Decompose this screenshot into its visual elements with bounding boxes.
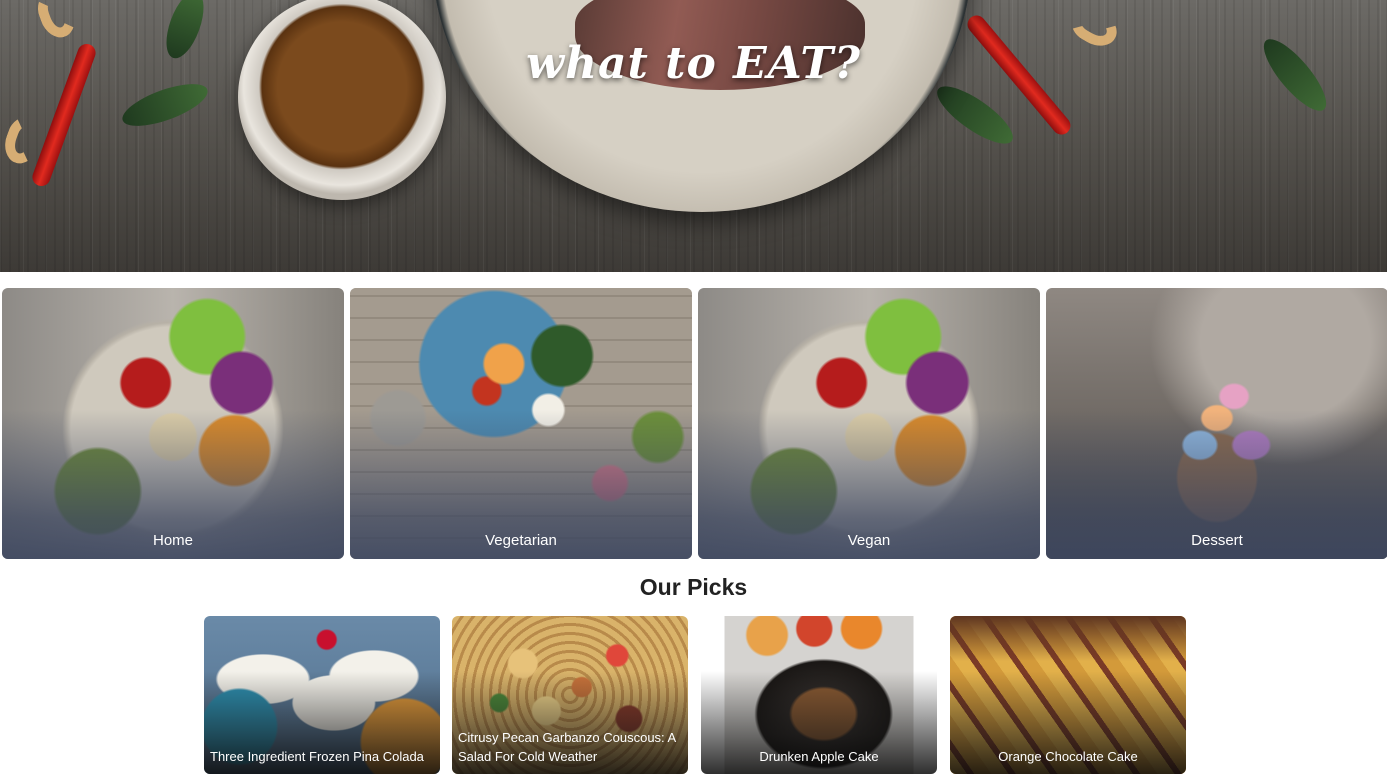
- pick-card[interactable]: Drunken Apple Cake: [701, 616, 937, 774]
- picks-list: Three Ingredient Frozen Pina Colada Citr…: [204, 616, 1186, 774]
- pick-card[interactable]: Citrusy Pecan Garbanzo Couscous: A Salad…: [452, 616, 688, 774]
- hero-banner: what to EAT?: [0, 0, 1387, 272]
- sauce-bowl-image: [238, 0, 446, 200]
- category-card-dessert[interactable]: Dessert: [1046, 288, 1387, 559]
- pick-card[interactable]: Orange Chocolate Cake: [950, 616, 1186, 774]
- pick-title: Three Ingredient Frozen Pina Colada: [210, 749, 424, 764]
- category-label: Vegan: [847, 532, 891, 549]
- category-label: Vegetarian: [485, 532, 557, 549]
- category-nav: Home Vegetarian Vegan Dessert: [2, 288, 1387, 559]
- site-title: what to EAT?: [526, 38, 861, 89]
- category-card-home[interactable]: Home: [2, 288, 344, 559]
- pick-card[interactable]: Three Ingredient Frozen Pina Colada: [204, 616, 440, 774]
- section-title: Our Picks: [639, 574, 748, 600]
- pick-title: Citrusy Pecan Garbanzo Couscous: A Salad…: [458, 730, 676, 764]
- category-label: Dessert: [1191, 532, 1243, 549]
- cashew-decoration: [33, 0, 81, 43]
- category-label: Home: [152, 532, 193, 549]
- pick-title: Drunken Apple Cake: [759, 749, 879, 764]
- pick-title: Orange Chocolate Cake: [998, 749, 1138, 764]
- category-card-vegetarian[interactable]: Vegetarian: [350, 288, 692, 559]
- category-card-vegan[interactable]: Vegan: [698, 288, 1040, 559]
